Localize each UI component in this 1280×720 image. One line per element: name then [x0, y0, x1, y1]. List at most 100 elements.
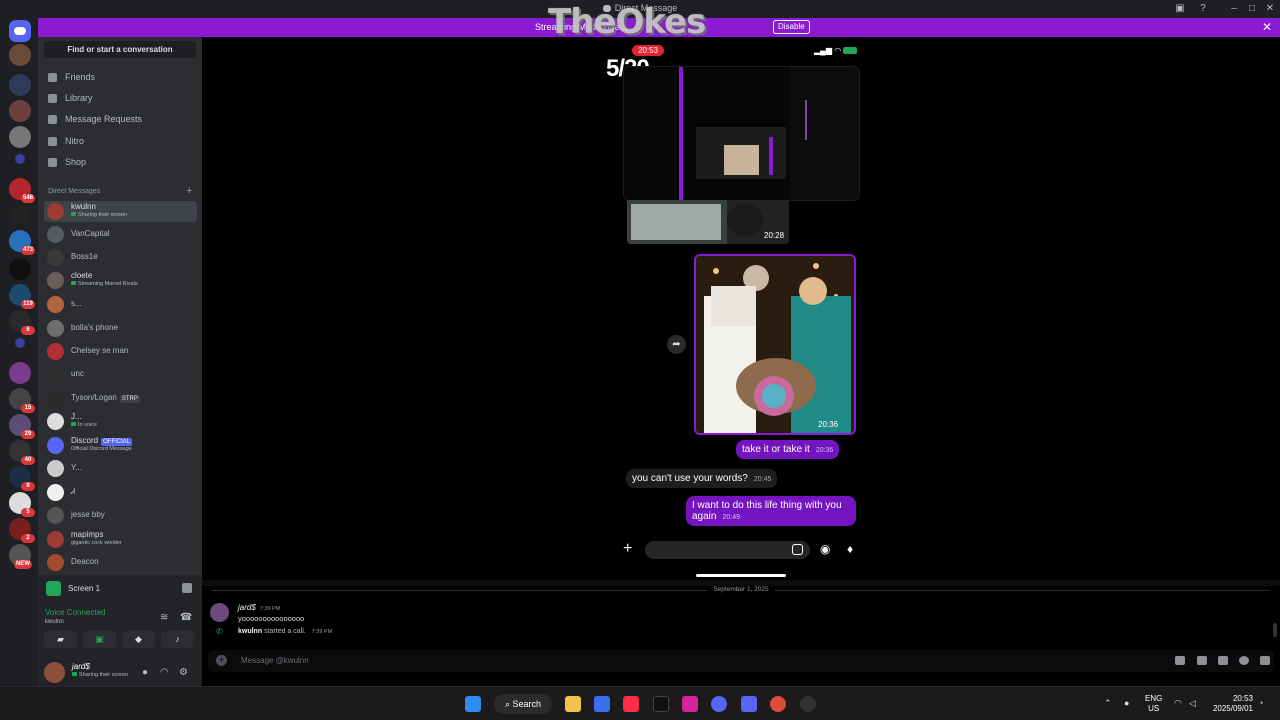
nav-nitro[interactable]: Nitro	[44, 132, 196, 151]
message-bubble-received[interactable]: you can't use your words? 20:45	[626, 469, 778, 488]
nav-friends[interactable]: Friends	[44, 68, 196, 87]
dm-item[interactable]: mapimps gigantic cock wielder	[44, 529, 197, 550]
message-bubble-sent[interactable]: take it or take it 20:36	[736, 440, 840, 459]
headphones-icon[interactable]: ◠	[160, 667, 169, 678]
chrome-icon[interactable]	[770, 696, 786, 712]
discord-taskbar-icon[interactable]	[741, 696, 757, 712]
server-icon[interactable]: 473	[9, 230, 35, 255]
create-dm-icon[interactable]: +	[186, 185, 192, 197]
close-window-button[interactable]: ✕	[1264, 3, 1276, 15]
server-icon[interactable]: 40	[9, 440, 35, 465]
music-icon[interactable]	[623, 696, 639, 712]
share-screen-button[interactable]: ▣	[83, 631, 116, 648]
server-icon[interactable]	[9, 44, 31, 66]
gift-icon[interactable]	[1175, 656, 1185, 665]
dm-item[interactable]: s...	[44, 294, 197, 315]
wifi-icon[interactable]: ◠	[1174, 698, 1182, 709]
dm-item[interactable]: Ꮧ	[44, 482, 197, 503]
store-icon[interactable]	[594, 696, 610, 712]
app-icon[interactable]	[800, 696, 816, 712]
avatar[interactable]	[44, 662, 65, 683]
file-explorer-icon[interactable]	[565, 696, 581, 712]
nav-message-requests[interactable]: Message Requests	[44, 110, 196, 129]
shared-image[interactable]: 20:28	[627, 200, 789, 244]
phone-message-field[interactable]	[645, 541, 810, 559]
taskbar-search[interactable]: ⌕ Search	[494, 694, 552, 714]
voice-status[interactable]: Voice Connected	[45, 608, 106, 617]
disconnect-icon[interactable]: ☎	[180, 612, 192, 623]
nav-shop[interactable]: Shop	[44, 153, 196, 172]
tray-chevron-icon[interactable]: ⌃	[1104, 698, 1112, 709]
server-icon[interactable]	[9, 126, 31, 148]
dm-item[interactable]: Tyson/Logan STRP	[44, 388, 197, 409]
dm-item[interactable]: kwulnn Sharing their screen	[44, 201, 197, 222]
scrollbar[interactable]	[1273, 623, 1277, 637]
server-icon[interactable]	[9, 100, 31, 122]
dm-item[interactable]: Discord OFFICIAL Official Discord Message	[44, 435, 197, 456]
server-icon[interactable]: 6	[9, 310, 35, 335]
find-conversation-button[interactable]: Find or start a conversation	[44, 41, 196, 58]
apps-icon[interactable]	[1260, 656, 1270, 665]
volume-icon[interactable]: ◁	[1189, 698, 1196, 709]
server-icon[interactable]: 15	[9, 388, 35, 413]
dm-item[interactable]: VanCapital	[44, 224, 197, 245]
server-icon[interactable]: 2	[9, 518, 35, 543]
camera-button[interactable]: ▰	[44, 631, 77, 648]
emoji-icon[interactable]	[1239, 656, 1249, 665]
activity-button[interactable]: ◆	[122, 631, 155, 648]
help-icon[interactable]: ?	[1197, 3, 1209, 15]
settings-icon[interactable]: ⚙	[179, 667, 188, 678]
home-button[interactable]	[9, 20, 31, 42]
microphone-icon[interactable]: ●	[142, 667, 148, 678]
forward-icon[interactable]: ➦	[667, 335, 686, 354]
dm-item[interactable]: Y...	[44, 458, 197, 479]
noise-suppression-icon[interactable]: ≋	[160, 612, 168, 623]
shared-photo[interactable]: 20:36	[694, 254, 856, 435]
dm-item[interactable]: Deacon	[44, 552, 197, 573]
server-icon[interactable]	[9, 74, 31, 96]
gif-icon[interactable]	[1197, 656, 1207, 665]
plus-icon[interactable]: +	[623, 540, 632, 558]
camera-icon[interactable]: ◉	[820, 542, 830, 556]
tiktok-icon[interactable]	[653, 696, 669, 712]
dm-item[interactable]: Boss1e	[44, 247, 197, 268]
avatar[interactable]	[210, 603, 229, 622]
sticker-icon[interactable]	[1218, 656, 1228, 665]
message-input[interactable]: + Message @kwulnn	[208, 650, 1274, 672]
dm-item[interactable]: Chelsey se man	[44, 341, 197, 362]
message-author[interactable]: jard$ 7:39 PM	[238, 603, 280, 612]
screenshot-message-image[interactable]	[623, 66, 860, 201]
server-icon[interactable]: 548	[9, 178, 35, 203]
language-indicator[interactable]: ENG US	[1145, 694, 1162, 714]
game-controller-icon[interactable]	[711, 696, 727, 712]
message-bubble-sent[interactable]: I want to do this life thing with you ag…	[686, 496, 856, 526]
inbox-icon[interactable]: ▣	[1174, 3, 1186, 15]
maximize-button[interactable]: □	[1246, 3, 1258, 15]
server-icon[interactable]	[9, 362, 31, 384]
folder-icon[interactable]	[15, 338, 25, 348]
sticker-icon[interactable]	[792, 544, 803, 555]
system-clock[interactable]: 20:53 2025/09/01	[1205, 694, 1253, 714]
nav-library[interactable]: Library	[44, 89, 196, 108]
microphone-tray-icon[interactable]: ●	[1124, 698, 1129, 708]
microphone-icon[interactable]: ♦	[847, 542, 853, 556]
dm-item[interactable]: cloete Streaming Marvel Rivals	[44, 270, 197, 291]
disable-button[interactable]: Disable	[773, 20, 810, 34]
banner-close-icon[interactable]: ✕	[1262, 20, 1272, 34]
server-icon[interactable]: 29	[9, 414, 35, 439]
dm-item[interactable]: unc	[44, 364, 197, 385]
add-attachment-icon[interactable]: +	[216, 655, 227, 666]
soundboard-button[interactable]: ♪	[161, 631, 194, 648]
server-icon[interactable]: 9	[9, 466, 35, 491]
server-icon[interactable]: 5	[9, 492, 35, 517]
stop-stream-icon[interactable]	[182, 583, 192, 593]
instagram-icon[interactable]	[682, 696, 698, 712]
dm-item[interactable]: J... In voice	[44, 411, 197, 432]
dm-item[interactable]: bolla's phone	[44, 318, 197, 339]
minimize-button[interactable]: –	[1228, 3, 1240, 15]
server-icon[interactable]	[9, 204, 31, 226]
server-icon[interactable]	[9, 258, 31, 280]
windows-start-icon[interactable]	[465, 696, 481, 712]
notification-icon[interactable]: ◔	[1258, 698, 1263, 708]
folder-icon[interactable]	[15, 154, 25, 164]
